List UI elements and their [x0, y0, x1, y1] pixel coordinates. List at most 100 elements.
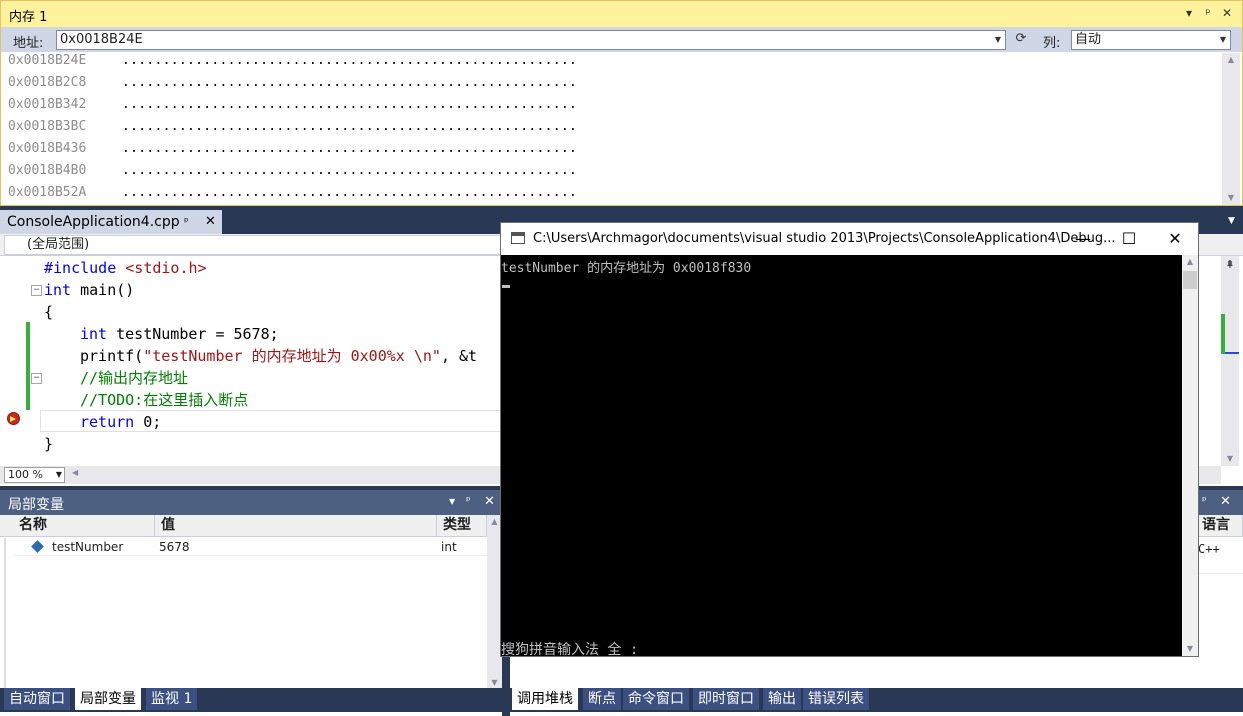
locals-panel: 局部变量 ▼ ᵖ ✕ 名称 值 类型 testNumber 5678 int ▲… [0, 490, 502, 716]
zoom-select[interactable]: 100 % ▼ [4, 467, 65, 483]
locals-tabstrip: 自动窗口 局部变量 监视 1 [0, 688, 502, 712]
code-token: "testNumber 的内存地址为 0x00%x \n" [143, 347, 441, 365]
dropdown-icon[interactable]: ▾ [1181, 5, 1197, 21]
address-label: 地址: [13, 36, 44, 51]
tab-call-stack[interactable]: 调用堆栈 [512, 688, 578, 710]
code-token: testNumber = 5678; [107, 325, 279, 343]
dropdown-icon[interactable]: ▼ [449, 497, 455, 506]
variable-value[interactable]: 5678 [159, 538, 190, 556]
code-token: int [80, 325, 108, 343]
pin-icon[interactable]: ᵖ [184, 215, 189, 228]
scroll-left-icon[interactable]: ◀ [72, 468, 78, 477]
console-window[interactable]: C:\Users\Archmagor\documents\visual stud… [500, 222, 1199, 658]
text-cursor [502, 285, 510, 288]
variable-type: int [441, 540, 457, 554]
columns-select[interactable]: 自动 ▼ [1071, 30, 1231, 50]
locals-titlebar[interactable]: 局部变量 ▼ ᵖ ✕ [0, 490, 502, 515]
tab-command-window[interactable]: 命令窗口 [623, 688, 689, 710]
code-token: #include [44, 259, 117, 277]
tab-immediate-window[interactable]: 即时窗口 [693, 688, 759, 710]
code-line: } [44, 433, 53, 455]
zoom-value: 100 % [8, 468, 43, 481]
close-button[interactable]: ✕ [1152, 223, 1198, 255]
editor-vscrollbar[interactable]: ▲ ▼ [1221, 256, 1239, 466]
code-line: //TODO:在这里插入断点 [80, 389, 248, 411]
scroll-thumb[interactable] [1183, 271, 1197, 289]
tab-breakpoints[interactable]: 断点 [583, 688, 621, 710]
memory-address: 0x0018B4B0 [8, 163, 87, 178]
code-token: //输出内存地址 [80, 369, 189, 387]
memory-data: ........................................… [122, 97, 578, 112]
memory-window: 内存 1 ▾ ᵖ ✕ 地址: 0x0018B24E ▼ ⟳ 列: 自动 ▼ 0x… [0, 0, 1243, 206]
tab-autos[interactable]: 自动窗口 [4, 688, 70, 710]
close-icon[interactable]: ✕ [1220, 494, 1231, 509]
code-token: , &t [440, 347, 478, 365]
maximize-button[interactable]: ☐ [1106, 223, 1152, 255]
tab-watch-1[interactable]: 监视 1 [146, 688, 198, 710]
code-line: printf("testNumber 的内存地址为 0x00%x \n", &t [80, 345, 477, 367]
chevron-down-icon[interactable]: ▼ [1216, 31, 1230, 49]
close-icon[interactable]: ✕ [1219, 5, 1235, 21]
console-output-line: testNumber 的内存地址为 0x0018f830 [501, 261, 752, 276]
scroll-down-icon[interactable]: ▼ [1222, 191, 1240, 205]
scope-value: (全局范围) [27, 237, 90, 252]
ime-status: 搜狗拼音输入法 全 : [501, 642, 639, 658]
scroll-up-icon[interactable]: ▲ [1222, 53, 1240, 67]
split-icon[interactable]: ⇞ [1221, 258, 1239, 272]
console-app-icon [511, 232, 525, 244]
memory-rows[interactable]: 0x0018B24E..............................… [1, 53, 1222, 205]
code-line: int main() [44, 279, 134, 301]
scroll-down-icon[interactable]: ▼ [1182, 642, 1198, 656]
locals-title: 局部变量 [8, 497, 64, 513]
memory-row: 0x0018B436..............................… [8, 141, 577, 163]
pin-icon[interactable]: ᵖ [1202, 494, 1207, 507]
code-line: return 0; [80, 411, 161, 433]
column-header-name[interactable]: 名称 [13, 515, 155, 537]
code-token: main() [71, 281, 135, 299]
collapse-icon[interactable]: − [31, 373, 42, 384]
console-scrollbar[interactable]: ▲ ▼ [1182, 255, 1198, 656]
pin-icon[interactable]: ᵖ [1200, 5, 1216, 21]
code-token: printf( [80, 347, 144, 365]
refresh-icon[interactable]: ⟳ [1013, 31, 1029, 47]
tab-locals[interactable]: 局部变量 [75, 688, 141, 710]
minimize-button[interactable]: — [1060, 223, 1106, 255]
tab-output[interactable]: 输出 [763, 688, 801, 710]
memory-scrollbar[interactable]: ▲ ▼ [1222, 53, 1240, 205]
tab-error-list[interactable]: 错误列表 [803, 688, 869, 710]
code-token: } [44, 435, 54, 453]
tab-consoleapplication4-cpp[interactable]: ConsoleApplication4.cpp ᵖ ✕ [0, 210, 222, 234]
pin-icon[interactable]: ᵖ [466, 494, 471, 507]
code-token: return [80, 413, 135, 431]
memory-data: ........................................… [122, 75, 578, 90]
column-header-value[interactable]: 值 [155, 515, 437, 537]
scroll-up-icon[interactable]: ▲ [1182, 255, 1198, 269]
memory-data: ........................................… [122, 53, 578, 68]
code-token: 0; [134, 413, 162, 431]
breakpoint-arrow-icon[interactable] [7, 412, 20, 425]
column-header-type[interactable]: 类型 [437, 515, 487, 537]
memory-address: 0x0018B52A [8, 185, 87, 200]
memory-row: 0x0018B2C8..............................… [8, 75, 577, 97]
address-input[interactable]: 0x0018B24E ▼ [56, 30, 1006, 50]
memory-row: 0x0018B3BC..............................… [8, 119, 577, 141]
memory-address: 0x0018B24E [8, 53, 87, 68]
tab-label: ConsoleApplication4.cpp [7, 214, 180, 230]
scope-select[interactable]: (全局范围) [4, 235, 502, 255]
chevron-down-icon[interactable]: ▼ [1228, 216, 1235, 226]
memory-row: 0x0018B4B0..............................… [8, 163, 577, 185]
collapse-icon[interactable]: − [31, 285, 42, 296]
console-output[interactable]: testNumber 的内存地址为 0x0018f830 搜狗拼音输入法 全 : [501, 255, 1182, 658]
table-row[interactable] [1196, 556, 1243, 574]
close-icon[interactable]: ✕ [484, 494, 495, 509]
console-titlebar[interactable]: C:\Users\Archmagor\documents\visual stud… [501, 223, 1198, 255]
chevron-down-icon[interactable]: ▼ [56, 468, 62, 482]
scroll-down-icon[interactable]: ▼ [1221, 452, 1239, 466]
callstack-tabstrip: 调用堆栈 断点 命令窗口 即时窗口 输出 错误列表 [510, 688, 1243, 712]
close-icon[interactable]: ✕ [205, 214, 216, 229]
column-header-language[interactable]: 语言 [1196, 515, 1243, 537]
memory-address: 0x0018B2C8 [8, 75, 87, 90]
chevron-down-icon[interactable]: ▼ [991, 31, 1005, 49]
memory-data: ........................................… [122, 119, 578, 134]
memory-window-titlebar[interactable]: 内存 1 ▾ ᵖ ✕ [1, 1, 1242, 27]
